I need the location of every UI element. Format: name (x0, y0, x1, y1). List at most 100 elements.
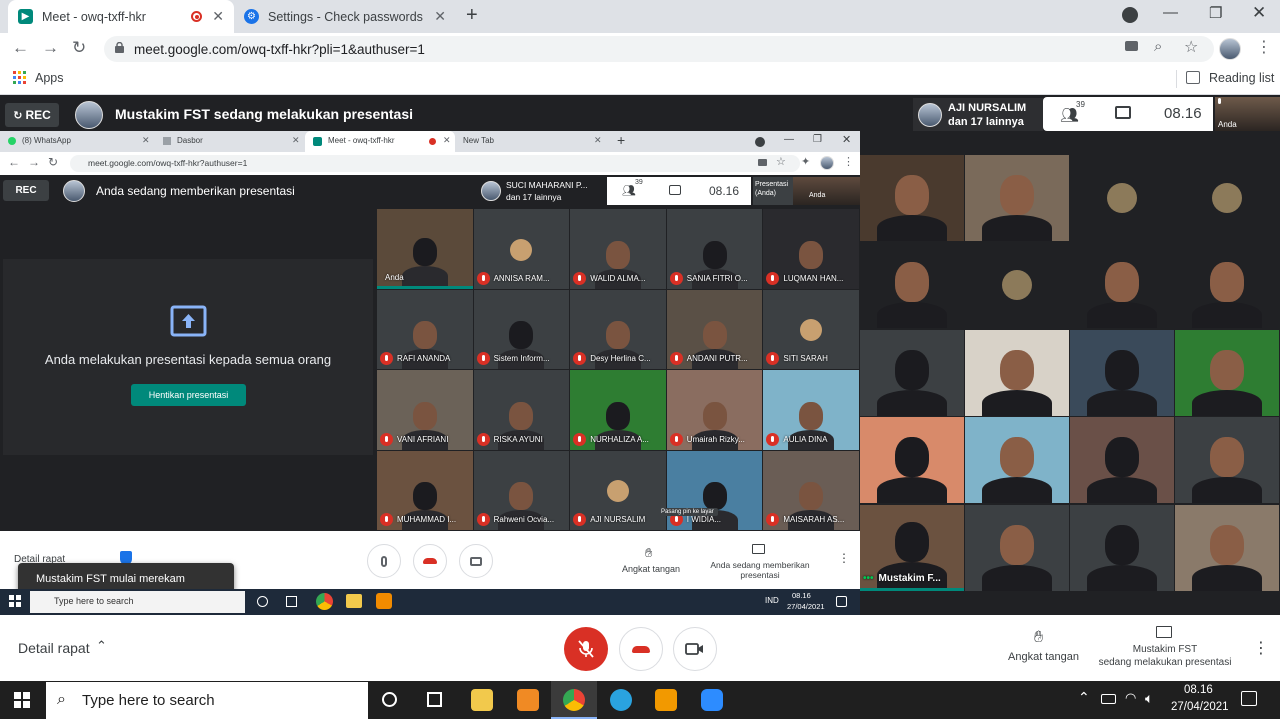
participant-tile[interactable] (1175, 330, 1279, 416)
file-explorer-icon[interactable] (471, 689, 493, 711)
inner-participant-tile[interactable]: I WIDIA... (666, 450, 763, 530)
presenter-line2[interactable]: sedang melakukan presentasi (1090, 657, 1240, 668)
camera-toggle-button[interactable] (673, 627, 717, 671)
participant-tile[interactable] (965, 242, 1069, 328)
inner-participant-tile[interactable]: SITI SARAH (763, 289, 859, 369)
leave-call-button[interactable] (413, 544, 447, 578)
leave-call-button[interactable] (619, 627, 663, 671)
windows-start-icon[interactable] (9, 595, 21, 607)
participant-tile[interactable] (860, 242, 964, 328)
inner-top-speaker-chip[interactable]: SUCI MAHARANI P... dan 17 lainnya (477, 177, 607, 205)
people-icon[interactable]: 👥︎ (622, 184, 636, 197)
windows-start-icon[interactable] (14, 692, 30, 708)
tab-settings[interactable]: ⚙ Settings - Check passwords ✕ (234, 0, 456, 33)
inner-participant-tile[interactable]: Rahweni Ocvia... (473, 450, 570, 530)
participant-tile[interactable] (860, 155, 964, 241)
inner-address-bar[interactable]: meet.google.com/owq-txff-hkr?authuser=1 (70, 155, 800, 172)
minimize-icon[interactable]: — (784, 134, 794, 145)
more-vert-icon[interactable]: ⋮ (1256, 37, 1272, 57)
inner-participant-tile[interactable]: ANNISA RAM... (473, 209, 570, 289)
reload-icon[interactable]: ↻ (72, 38, 86, 58)
raise-hand-label[interactable]: Angkat tangan (1008, 651, 1079, 663)
tab-search-chevron-icon[interactable] (1122, 7, 1138, 23)
star-icon[interactable]: ☆ (776, 155, 786, 168)
inner-participant-tile[interactable]: VANI AFRIANI (377, 370, 473, 450)
cortana-icon[interactable] (382, 692, 397, 707)
zoom-icon[interactable] (701, 689, 723, 711)
inner-tray-lang[interactable]: IND (765, 596, 779, 605)
self-view-mini[interactable]: Anda (1215, 97, 1280, 131)
top-speaker-chip[interactable]: AJI NURSALIM dan 17 lainnya (913, 98, 1043, 131)
battery-icon[interactable] (1101, 694, 1116, 704)
close-icon[interactable]: ✕ (212, 8, 224, 25)
task-view-icon[interactable] (286, 596, 297, 607)
cortana-icon[interactable] (257, 596, 268, 607)
zoom-icon[interactable]: ⌕ (1154, 38, 1162, 55)
close-icon[interactable]: ✕ (443, 135, 451, 146)
inner-participant-tile[interactable]: LUQMAN HAN... (763, 209, 859, 289)
forward-arrow-icon[interactable]: → (28, 155, 40, 169)
new-tab-plus-icon[interactable]: + (617, 132, 625, 148)
mic-toggle-button[interactable] (564, 627, 608, 671)
more-options-icon[interactable]: ⋮ (1253, 638, 1269, 658)
close-icon[interactable]: ✕ (594, 135, 602, 146)
inner-participant-tile[interactable]: AULIA DINA (763, 370, 859, 450)
notification-icon[interactable] (836, 596, 847, 607)
participant-tile[interactable] (965, 505, 1069, 591)
participant-tile[interactable]: ••• Mustakim F... (860, 505, 964, 591)
apps-grid-icon[interactable] (13, 71, 26, 84)
inner-participant-tile[interactable]: Umairah Rizky... (666, 370, 763, 450)
inner-participant-tile[interactable]: RAFI ANANDA (377, 289, 473, 369)
inner-tab-meet[interactable]: Meet - owq-txff-hkr ✕ (305, 131, 455, 152)
back-arrow-icon[interactable]: ← (8, 155, 20, 169)
taskbar-date[interactable]: 27/04/2021 (1171, 701, 1229, 713)
profile-avatar[interactable] (1219, 38, 1241, 60)
tab-search-chevron-icon[interactable] (755, 137, 765, 147)
telegram-icon[interactable] (610, 689, 632, 711)
star-icon[interactable]: ☆ (1184, 37, 1198, 57)
mic-button[interactable] (367, 544, 401, 578)
participant-tile[interactable] (965, 330, 1069, 416)
inner-participant-tile[interactable]: Desy Herlina C... (570, 289, 666, 369)
reload-icon[interactable]: ↻ (48, 155, 58, 169)
chrome-icon[interactable] (316, 593, 333, 610)
present-icon[interactable] (752, 544, 765, 554)
tab-meet[interactable]: ▶ Meet - owq-txff-hkr ✕ (8, 0, 234, 33)
meeting-details-button[interactable]: Detail rapat (18, 640, 90, 656)
camera-in-use-icon[interactable] (1125, 41, 1138, 51)
inner-participant-tile[interactable]: WALID ALMA... (570, 209, 666, 289)
camera-in-use-icon[interactable] (758, 159, 767, 166)
inner-tab-dasbor[interactable]: Dasbor (163, 136, 203, 145)
participant-tile[interactable] (1175, 155, 1279, 241)
participant-tile[interactable] (1070, 242, 1174, 328)
more-vert-icon[interactable]: ⋮ (843, 155, 854, 168)
inner-tab-newtab[interactable]: New Tab (463, 136, 494, 145)
inner-taskbar-search[interactable]: Type here to search (30, 591, 245, 613)
inner-participant-tile[interactable]: SANIA FITRI O... (666, 209, 763, 289)
wifi-icon[interactable]: ◠ (1125, 690, 1136, 706)
inner-tab-whatsapp[interactable]: (8) WhatsApp (8, 136, 71, 145)
profile-avatar[interactable] (820, 156, 834, 170)
forward-arrow-icon[interactable]: → (42, 38, 59, 58)
inner-raise-hand-label[interactable]: Angkat tangan (622, 564, 680, 574)
maximize-icon[interactable]: ❐ (1209, 4, 1222, 22)
inner-participant-tile[interactable]: MAISARAH AS... (763, 450, 859, 530)
close-icon[interactable]: ✕ (434, 8, 446, 25)
xampp-icon[interactable] (517, 689, 539, 711)
inner-presenting-label[interactable]: Anda sedang memberikan presentasi (705, 560, 815, 580)
presenter-line1[interactable]: Mustakim FST (1095, 644, 1235, 655)
participant-tile[interactable] (1070, 505, 1174, 591)
bookmark-apps[interactable]: Apps (35, 71, 64, 85)
inner-participant-tile[interactable]: RISKA AYUNI (473, 370, 570, 450)
back-arrow-icon[interactable]: ← (12, 38, 29, 58)
chat-icon[interactable] (669, 185, 681, 195)
address-bar[interactable]: meet.google.com/owq-txff-hkr?pli=1&authu… (104, 36, 1214, 62)
participant-tile[interactable] (1070, 330, 1174, 416)
raise-hand-icon[interactable]: ✋︎ (1034, 629, 1043, 647)
close-window-icon[interactable]: ✕ (1252, 3, 1266, 23)
inner-participant-tile[interactable]: NURHALIZA A... (570, 370, 666, 450)
minimize-icon[interactable]: — (1163, 4, 1178, 21)
taskbar-search-box[interactable]: ⌕ Type here to search (46, 682, 368, 719)
inner-participant-tile[interactable]: ANDANI PUTR... (666, 289, 763, 369)
volume-icon[interactable]: 🔈︎ (1145, 690, 1153, 707)
